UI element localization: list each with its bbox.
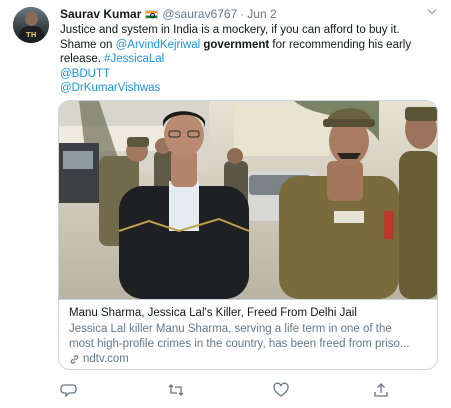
mention-drkumarvishwas[interactable]: @DrKumarVishwas: [60, 81, 432, 96]
author-name[interactable]: Saurav Kumar: [60, 7, 141, 21]
hashtag-jessicalal[interactable]: #JessicaLal: [104, 53, 164, 65]
card-description-line-2: most high-profile crimes in the country,…: [69, 337, 410, 350]
tweet-text-recommending: for recommending his early: [269, 38, 412, 51]
tweet-text-release: release.: [60, 53, 105, 66]
avatar[interactable]: TH: [13, 7, 49, 43]
tweet-text: Justice and system in India is a mockery…: [60, 23, 432, 96]
tweet-actions: [60, 381, 388, 399]
card-domain-text: ndtv.com: [83, 353, 129, 366]
share-icon[interactable]: [372, 381, 390, 399]
mention-arvindkejriwal[interactable]: @ArvindKejriwal: [116, 39, 201, 51]
card-title[interactable]: Manu Sharma, Jessica Lal's Killer, Freed…: [69, 306, 429, 320]
tweet-header: Saurav Kumar @saurav6767 · Jun 2: [60, 6, 277, 22]
reply-icon[interactable]: [60, 381, 78, 399]
tweet-text-line-3: release. #JessicaLal: [60, 52, 432, 67]
tweet-text-line-1: Justice and system in India is a mockery…: [60, 24, 400, 36]
tweet-text-shame: Shame on: [60, 38, 116, 51]
card-photo-illustration: [59, 101, 437, 299]
link-card[interactable]: Manu Sharma, Jessica Lal's Killer, Freed…: [58, 100, 438, 370]
author-handle[interactable]: @saurav6767: [162, 7, 237, 21]
card-domain[interactable]: ndtv.com: [69, 352, 429, 366]
card-description-line-1: Jessica Lal killer Manu Sharma, serving …: [69, 323, 392, 335]
link-icon: [70, 354, 79, 364]
india-flag-icon: [145, 9, 159, 19]
chevron-down-icon[interactable]: [425, 5, 439, 19]
tweet-date[interactable]: Jun 2: [247, 7, 276, 21]
avatar-shirt-text: TH: [26, 31, 37, 39]
card-meta[interactable]: Manu Sharma, Jessica Lal's Killer, Freed…: [59, 299, 437, 369]
header-separator: ·: [240, 7, 245, 21]
card-description: Jessica Lal killer Manu Sharma, serving …: [69, 322, 429, 351]
avatar-head: [25, 12, 38, 26]
card-photo[interactable]: [59, 101, 437, 299]
tweet-text-line-2: Shame on @ArvindKejriwal government for …: [60, 38, 432, 53]
retweet-icon[interactable]: [167, 381, 185, 399]
tweet-text-bold-government: government: [203, 38, 270, 51]
tweet: TH Saurav Kumar @saurav6767 · Jun 2 Just…: [0, 0, 451, 408]
mention-bdutt[interactable]: @BDUTT: [60, 67, 432, 82]
like-icon[interactable]: [272, 381, 290, 399]
